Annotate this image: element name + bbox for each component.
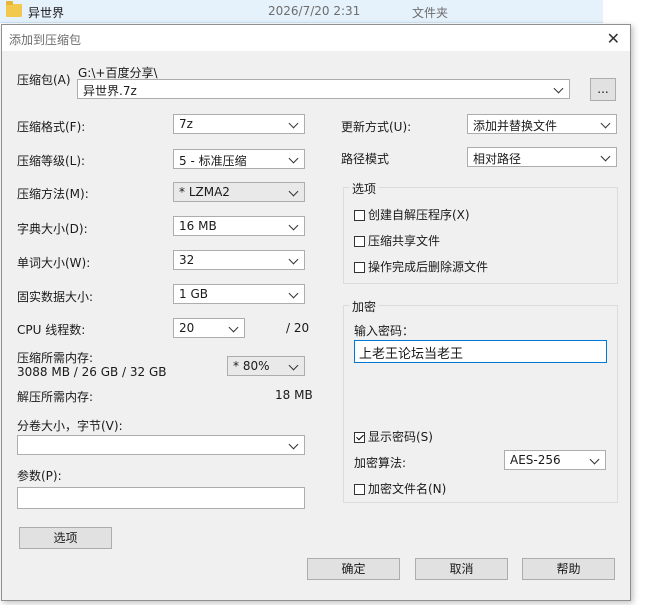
delete-checkbox-label: 操作完成后删除源文件 [368, 260, 489, 274]
chevron-down-icon [288, 437, 300, 453]
method-label: 压缩方法(M): [17, 187, 89, 201]
cpu-value: 20 [179, 321, 195, 335]
dict-value: 16 MB [179, 219, 217, 233]
level-select[interactable]: 5 - 标准压缩 [173, 149, 305, 169]
mem-decomp-label: 解压所需内存: [17, 390, 94, 404]
chevron-down-icon [288, 252, 300, 268]
mem-comp-value: 3088 MB / 26 GB / 32 GB [17, 365, 167, 379]
explorer-row[interactable]: 异世界 2026/7/20 2:31 文件夹 [0, 0, 603, 23]
chevron-down-icon [288, 116, 300, 132]
encrypt-names-label: 加密文件名(N) [368, 482, 447, 496]
password-label: 输入密码： [354, 324, 415, 338]
format-select[interactable]: 7z [173, 114, 305, 134]
chevron-down-icon [288, 358, 300, 374]
cpu-max: / 20 [286, 321, 310, 335]
cpu-select[interactable]: 20 [173, 318, 245, 338]
algorithm-label: 加密算法: [354, 456, 407, 470]
method-select[interactable]: * LZMA2 [173, 182, 305, 202]
chevron-down-icon [600, 149, 612, 165]
explorer-item-type: 文件夹 [412, 6, 449, 20]
archive-name-value: 异世界.7z [83, 84, 137, 98]
options-button[interactable]: 选项 [19, 527, 112, 549]
split-label: 分卷大小，字节(V): [17, 419, 123, 433]
checkbox-unchecked-icon [354, 236, 365, 247]
path-label: 路径模式 [341, 152, 390, 166]
browse-button[interactable]: ... [590, 78, 616, 101]
mem-percent-value: * 80% [233, 359, 270, 373]
archive-name-combo[interactable]: 异世界.7z [77, 79, 570, 99]
params-label: 参数(P): [17, 469, 62, 483]
chevron-down-icon [288, 218, 300, 234]
dict-select[interactable]: 16 MB [173, 216, 305, 236]
shared-checkbox[interactable]: 压缩共享文件 [354, 232, 440, 249]
chevron-down-icon [228, 320, 240, 336]
chevron-down-icon [288, 151, 300, 167]
encryption-group-title: 加密 [350, 298, 379, 315]
level-label: 压缩等级(L): [17, 154, 86, 168]
password-input[interactable]: 上老王论坛当老王 [354, 340, 607, 363]
format-label: 压缩格式(F): [17, 120, 86, 134]
solid-value: 1 GB [179, 287, 208, 301]
chevron-down-icon [600, 116, 612, 132]
ok-button[interactable]: 确定 [307, 558, 400, 580]
update-value: 添加并替换文件 [473, 119, 558, 133]
help-button[interactable]: 帮助 [522, 558, 615, 580]
sfx-checkbox-label: 创建自解压程序(X) [368, 208, 470, 222]
title-bar: 添加到压缩包 ✕ [2, 25, 630, 51]
checkbox-unchecked-icon [354, 210, 365, 221]
path-value: 相对路径 [473, 152, 522, 166]
cancel-button[interactable]: 取消 [415, 558, 508, 580]
params-input[interactable] [17, 487, 305, 509]
algorithm-value: AES-256 [510, 453, 561, 467]
folder-icon [6, 1, 22, 17]
explorer-item-date: 2026/7/20 2:31 [268, 4, 361, 18]
show-password-label: 显示密码(S) [368, 430, 433, 444]
add-to-archive-dialog: 添加到压缩包 ✕ 压缩包(A) G:\+百度分享\ 异世界.7z ... 压缩格… [1, 24, 631, 601]
dict-label: 字典大小(D): [17, 222, 88, 236]
solid-select[interactable]: 1 GB [173, 284, 305, 304]
solid-label: 固实数据大小: [17, 290, 94, 304]
chevron-down-icon [288, 286, 300, 302]
word-label: 单词大小(W): [17, 256, 91, 270]
options-group: 选项 创建自解压程序(X) 压缩共享文件 操作完成后删除源文件 [343, 180, 618, 284]
checkbox-checked-icon [354, 432, 365, 443]
mem-comp-label: 压缩所需内存: [17, 351, 94, 365]
options-group-title: 选项 [350, 180, 379, 197]
update-label: 更新方式(U): [341, 120, 412, 134]
mem-percent-select[interactable]: * 80% [227, 356, 305, 376]
chevron-down-icon [553, 81, 565, 97]
word-select[interactable]: 32 [173, 250, 305, 270]
chevron-down-icon [589, 452, 601, 468]
dialog-title: 添加到压缩包 [9, 33, 82, 47]
archive-label: 压缩包(A) [17, 73, 71, 87]
level-value: 5 - 标准压缩 [179, 154, 247, 168]
checkbox-unchecked-icon [354, 262, 365, 273]
algorithm-select[interactable]: AES-256 [504, 450, 606, 470]
method-value: * LZMA2 [179, 185, 230, 199]
explorer-item-name: 异世界 [28, 6, 65, 20]
mem-decomp-value: 18 MB [275, 388, 313, 402]
delete-checkbox[interactable]: 操作完成后删除源文件 [354, 258, 488, 275]
encryption-group: 加密 输入密码： 上老王论坛当老王 显示密码(S) 加密算法: AES-256 … [343, 298, 618, 503]
show-password-checkbox[interactable]: 显示密码(S) [354, 428, 433, 445]
chevron-down-icon [288, 184, 300, 200]
shared-checkbox-label: 压缩共享文件 [368, 234, 441, 248]
path-select[interactable]: 相对路径 [467, 147, 617, 167]
cpu-label: CPU 线程数: [17, 323, 86, 337]
split-combo[interactable] [17, 435, 305, 455]
close-icon[interactable]: ✕ [607, 29, 620, 48]
format-value: 7z [179, 117, 193, 131]
encrypt-names-checkbox[interactable]: 加密文件名(N) [354, 480, 446, 497]
word-value: 32 [179, 253, 195, 267]
update-select[interactable]: 添加并替换文件 [467, 114, 617, 134]
sfx-checkbox[interactable]: 创建自解压程序(X) [354, 206, 470, 223]
checkbox-unchecked-icon [354, 484, 365, 495]
